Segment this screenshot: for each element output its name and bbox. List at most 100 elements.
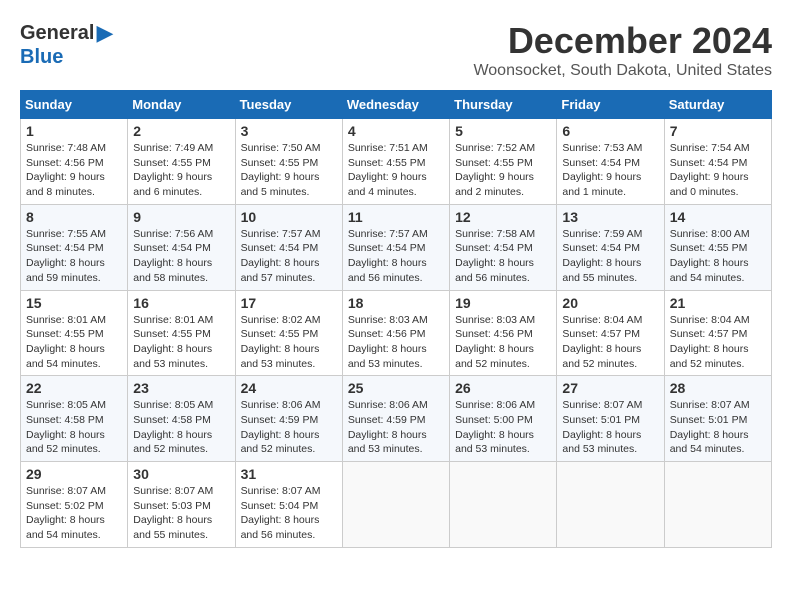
title-section: December 2024 Woonsocket, South Dakota, … (473, 20, 772, 80)
day-number: 16 (133, 295, 229, 311)
day-number: 15 (26, 295, 122, 311)
day-info: Sunrise: 8:06 AMSunset: 4:59 PMDaylight:… (241, 398, 337, 457)
calendar-day-cell: 21Sunrise: 8:04 AMSunset: 4:57 PMDayligh… (664, 290, 771, 376)
calendar-day-cell: 30 Sunrise: 8:07 AMSunset: 5:03 PMDayligh… (128, 462, 235, 548)
calendar-day-cell: 14Sunrise: 8:00 AMSunset: 4:55 PMDayligh… (664, 204, 771, 290)
location-subtitle: Woonsocket, South Dakota, United States (473, 62, 772, 80)
day-info: Sunrise: 8:05 AMSunset: 4:58 PMDaylight:… (26, 398, 122, 457)
day-info: Sunrise: 7:49 AMSunset: 4:55 PMDaylight:… (133, 141, 229, 200)
header-friday: Friday (557, 91, 664, 119)
calendar-day-cell: 3 Sunrise: 7:50 AMSunset: 4:55 PMDaylight… (235, 119, 342, 205)
calendar-day-cell: 13 Sunrise: 7:59 AMSunset: 4:54 PMDayligh… (557, 204, 664, 290)
calendar-week-row: 1 Sunrise: 7:48 AMSunset: 4:56 PMDaylight… (21, 119, 772, 205)
calendar-day-cell: 11 Sunrise: 7:57 AMSunset: 4:54 PMDayligh… (342, 204, 449, 290)
day-info: Sunrise: 8:06 AMSunset: 5:00 PMDaylight:… (455, 398, 551, 457)
day-number: 25 (348, 380, 444, 396)
calendar-day-cell: 4 Sunrise: 7:51 AMSunset: 4:55 PMDaylight… (342, 119, 449, 205)
calendar-day-cell (557, 462, 664, 548)
day-number: 27 (562, 380, 658, 396)
day-info: Sunrise: 7:59 AMSunset: 4:54 PMDaylight:… (562, 227, 658, 286)
calendar-day-cell: 23Sunrise: 8:05 AMSunset: 4:58 PMDayligh… (128, 376, 235, 462)
day-info: Sunrise: 7:55 AMSunset: 4:54 PMDaylight:… (26, 227, 122, 286)
day-number: 30 (133, 466, 229, 482)
calendar-day-cell: 5 Sunrise: 7:52 AMSunset: 4:55 PMDaylight… (450, 119, 557, 205)
day-info: Sunrise: 8:03 AMSunset: 4:56 PMDaylight:… (348, 313, 444, 372)
header-thursday: Thursday (450, 91, 557, 119)
calendar-day-cell: 26 Sunrise: 8:06 AMSunset: 5:00 PMDayligh… (450, 376, 557, 462)
page-header: General ▶ Blue December 2024 Woonsocket,… (20, 20, 772, 80)
day-number: 28 (670, 380, 766, 396)
day-number: 11 (348, 209, 444, 225)
calendar-day-cell: 18Sunrise: 8:03 AMSunset: 4:56 PMDayligh… (342, 290, 449, 376)
day-info: Sunrise: 8:04 AMSunset: 4:57 PMDaylight:… (670, 313, 766, 372)
day-number: 13 (562, 209, 658, 225)
day-info: Sunrise: 8:07 AMSunset: 5:04 PMDaylight:… (241, 484, 337, 543)
day-info: Sunrise: 7:52 AMSunset: 4:55 PMDaylight:… (455, 141, 551, 200)
calendar-day-cell: 24 Sunrise: 8:06 AMSunset: 4:59 PMDayligh… (235, 376, 342, 462)
calendar-day-cell: 19 Sunrise: 8:03 AMSunset: 4:56 PMDayligh… (450, 290, 557, 376)
calendar-day-cell: 8 Sunrise: 7:55 AMSunset: 4:54 PMDaylight… (21, 204, 128, 290)
calendar-day-cell: 6Sunrise: 7:53 AMSunset: 4:54 PMDaylight… (557, 119, 664, 205)
logo-bird-icon: ▶ (96, 20, 113, 46)
calendar-week-row: 15 Sunrise: 8:01 AMSunset: 4:55 PMDayligh… (21, 290, 772, 376)
day-info: Sunrise: 8:07 AMSunset: 5:02 PMDaylight:… (26, 484, 122, 543)
day-number: 17 (241, 295, 337, 311)
day-number: 20 (562, 295, 658, 311)
calendar-day-cell: 9Sunrise: 7:56 AMSunset: 4:54 PMDaylight… (128, 204, 235, 290)
calendar-day-cell: 17 Sunrise: 8:02 AMSunset: 4:55 PMDayligh… (235, 290, 342, 376)
day-number: 1 (26, 123, 122, 139)
day-info: Sunrise: 7:50 AMSunset: 4:55 PMDaylight:… (241, 141, 337, 200)
day-number: 8 (26, 209, 122, 225)
calendar-day-cell: 12 Sunrise: 7:58 AMSunset: 4:54 PMDayligh… (450, 204, 557, 290)
day-number: 23 (133, 380, 229, 396)
calendar-day-cell: 10Sunrise: 7:57 AMSunset: 4:54 PMDayligh… (235, 204, 342, 290)
calendar-day-cell: 2 Sunrise: 7:49 AMSunset: 4:55 PMDaylight… (128, 119, 235, 205)
day-info: Sunrise: 7:57 AMSunset: 4:54 PMDaylight:… (348, 227, 444, 286)
day-info: Sunrise: 8:00 AMSunset: 4:55 PMDaylight:… (670, 227, 766, 286)
day-info: Sunrise: 8:04 AMSunset: 4:57 PMDaylight:… (562, 313, 658, 372)
calendar-day-cell: 15 Sunrise: 8:01 AMSunset: 4:55 PMDayligh… (21, 290, 128, 376)
day-info: Sunrise: 8:07 AMSunset: 5:03 PMDaylight:… (133, 484, 229, 543)
calendar-day-cell: 7Sunrise: 7:54 AMSunset: 4:54 PMDaylight… (664, 119, 771, 205)
day-number: 3 (241, 123, 337, 139)
header-wednesday: Wednesday (342, 91, 449, 119)
day-number: 19 (455, 295, 551, 311)
day-number: 12 (455, 209, 551, 225)
day-info: Sunrise: 7:53 AMSunset: 4:54 PMDaylight:… (562, 141, 658, 200)
day-number: 22 (26, 380, 122, 396)
day-info: Sunrise: 8:02 AMSunset: 4:55 PMDaylight:… (241, 313, 337, 372)
day-number: 7 (670, 123, 766, 139)
logo-general-text: General (20, 22, 94, 45)
header-sunday: Sunday (21, 91, 128, 119)
day-info: Sunrise: 8:03 AMSunset: 4:56 PMDaylight:… (455, 313, 551, 372)
day-number: 29 (26, 466, 122, 482)
calendar-day-cell: 29 Sunrise: 8:07 AMSunset: 5:02 PMDayligh… (21, 462, 128, 548)
calendar-day-cell: 20 Sunrise: 8:04 AMSunset: 4:57 PMDayligh… (557, 290, 664, 376)
day-info: Sunrise: 8:01 AMSunset: 4:55 PMDaylight:… (133, 313, 229, 372)
day-number: 2 (133, 123, 229, 139)
header-saturday: Saturday (664, 91, 771, 119)
logo: General ▶ Blue (20, 20, 113, 69)
calendar-week-row: 8 Sunrise: 7:55 AMSunset: 4:54 PMDaylight… (21, 204, 772, 290)
day-number: 4 (348, 123, 444, 139)
calendar-day-cell: 25Sunrise: 8:06 AMSunset: 4:59 PMDayligh… (342, 376, 449, 462)
calendar-day-cell: 1 Sunrise: 7:48 AMSunset: 4:56 PMDaylight… (21, 119, 128, 205)
day-number: 26 (455, 380, 551, 396)
day-info: Sunrise: 8:01 AMSunset: 4:55 PMDaylight:… (26, 313, 122, 372)
day-info: Sunrise: 7:48 AMSunset: 4:56 PMDaylight:… (26, 141, 122, 200)
calendar-day-cell: 22 Sunrise: 8:05 AMSunset: 4:58 PMDayligh… (21, 376, 128, 462)
day-info: Sunrise: 7:58 AMSunset: 4:54 PMDaylight:… (455, 227, 551, 286)
calendar-day-cell: 28 Sunrise: 8:07 AMSunset: 5:01 PMDayligh… (664, 376, 771, 462)
day-info: Sunrise: 7:51 AMSunset: 4:55 PMDaylight:… (348, 141, 444, 200)
calendar-table: Sunday Monday Tuesday Wednesday Thursday… (20, 90, 772, 548)
logo-blue-text: Blue (20, 46, 63, 69)
day-info: Sunrise: 8:07 AMSunset: 5:01 PMDaylight:… (670, 398, 766, 457)
calendar-day-cell (450, 462, 557, 548)
calendar-day-cell (342, 462, 449, 548)
day-number: 9 (133, 209, 229, 225)
day-number: 5 (455, 123, 551, 139)
day-number: 24 (241, 380, 337, 396)
header-monday: Monday (128, 91, 235, 119)
calendar-day-cell: 31Sunrise: 8:07 AMSunset: 5:04 PMDayligh… (235, 462, 342, 548)
calendar-week-row: 29 Sunrise: 8:07 AMSunset: 5:02 PMDayligh… (21, 462, 772, 548)
